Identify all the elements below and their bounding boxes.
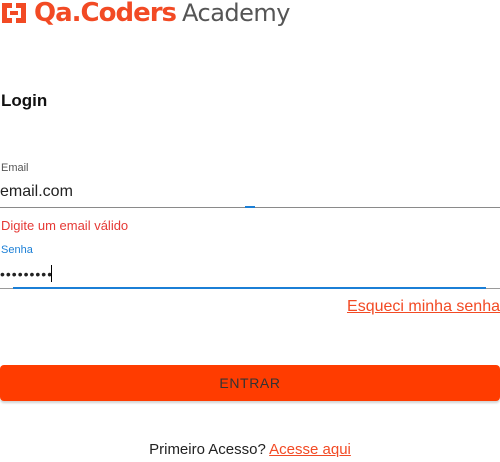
password-focus-underline <box>13 287 486 289</box>
login-button[interactable]: ENTRAR <box>0 365 500 401</box>
text-cursor <box>51 265 52 282</box>
logo-brand-text: Qa.Coders <box>34 0 177 28</box>
email-focus-indicator <box>245 206 255 208</box>
qa-coders-logo-icon <box>0 1 28 25</box>
first-access-link[interactable]: Acesse aqui <box>269 441 351 458</box>
logo: Qa.Coders Academy <box>0 0 290 26</box>
email-field[interactable] <box>0 180 500 204</box>
first-access-prompt: Primeiro Acesso? <box>149 441 266 458</box>
password-label: Senha <box>1 244 33 256</box>
page-title: Login <box>1 91 48 110</box>
forgot-password-link[interactable]: Esqueci minha senha <box>347 298 500 316</box>
email-error-message: Digite um email válido <box>1 218 129 233</box>
logo-suffix-text: Academy <box>182 0 290 27</box>
email-label: Email <box>1 162 29 174</box>
password-field[interactable] <box>0 262 500 286</box>
first-access-row: Primeiro Acesso? Acesse aqui <box>0 441 500 458</box>
login-page: Qa.Coders Academy Login Email Digite um … <box>0 0 500 462</box>
